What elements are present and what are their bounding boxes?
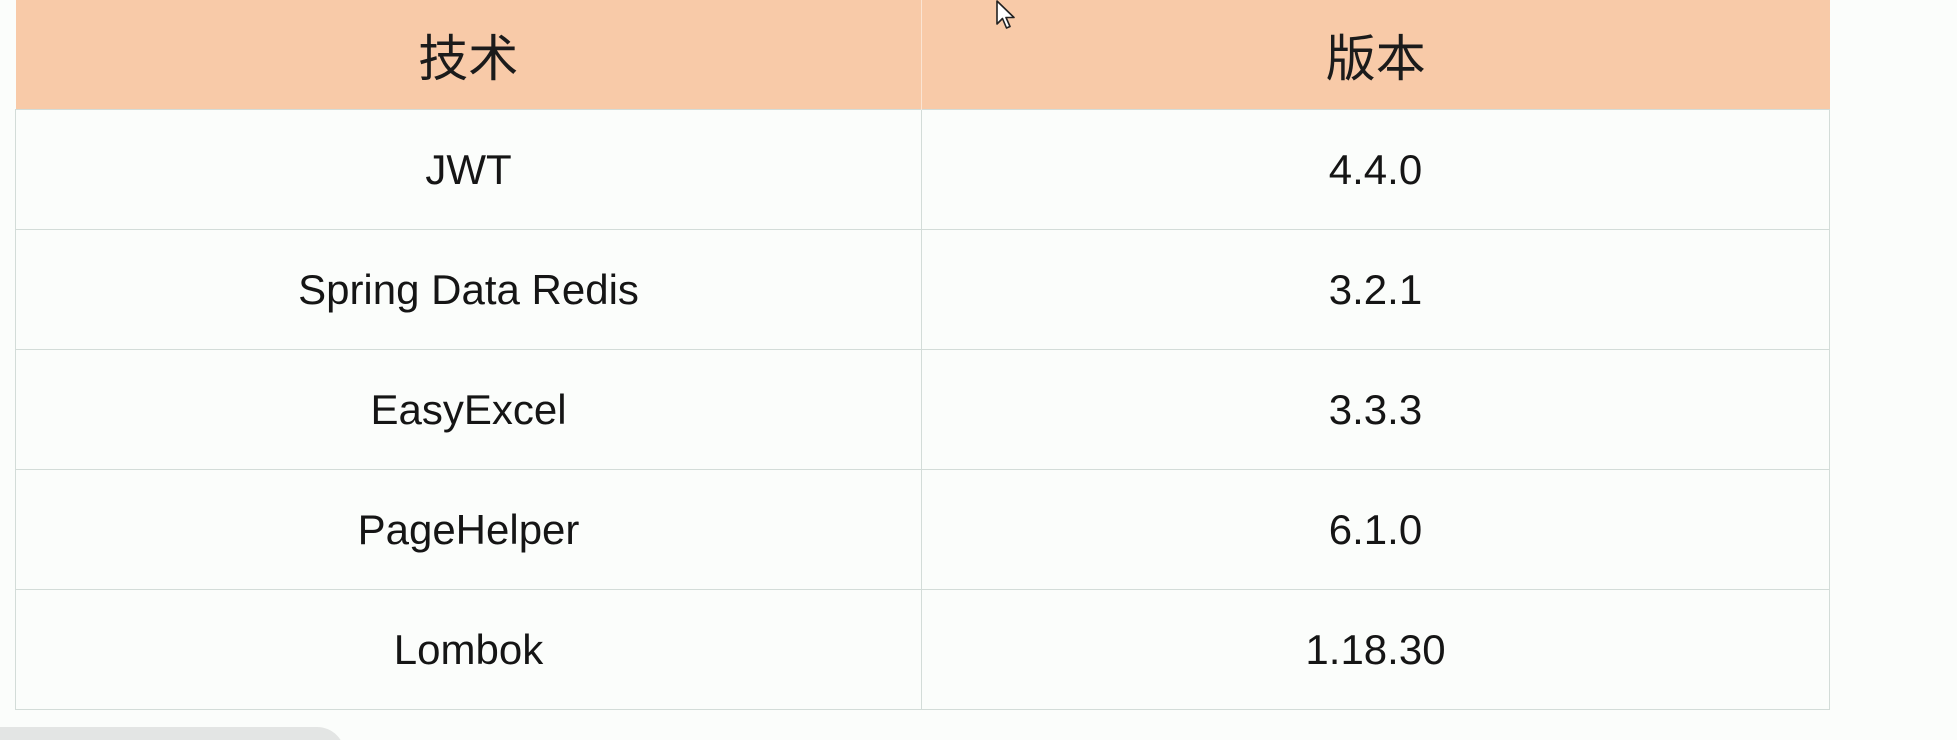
version-cell: 6.1.0 — [921, 469, 1830, 590]
tech-version-table: 技术 版本 JWT 4.4.0 Spring Data Redis 3.2.1 … — [15, 0, 1830, 710]
table-body: JWT 4.4.0 Spring Data Redis 3.2.1 EasyEx… — [15, 109, 1830, 710]
header-technology: 技术 — [15, 0, 922, 110]
technology-cell: JWT — [15, 109, 922, 230]
horizontal-scrollbar[interactable] — [0, 727, 345, 740]
technology-cell: PageHelper — [15, 469, 922, 590]
technology-cell: EasyExcel — [15, 349, 922, 470]
version-cell: 3.2.1 — [921, 229, 1830, 350]
technology-cell: Spring Data Redis — [15, 229, 922, 350]
table-header: 技术 版本 — [15, 0, 1830, 110]
mouse-pointer-icon — [996, 0, 1015, 29]
header-row: 技术 版本 — [15, 0, 1830, 110]
page: 技术 版本 JWT 4.4.0 Spring Data Redis 3.2.1 … — [0, 0, 1957, 740]
version-cell: 1.18.30 — [921, 589, 1830, 710]
table-row: PageHelper 6.1.0 — [15, 469, 1830, 590]
header-version: 版本 — [921, 0, 1830, 110]
technology-cell: Lombok — [15, 589, 922, 710]
version-cell: 3.3.3 — [921, 349, 1830, 470]
table-row: Spring Data Redis 3.2.1 — [15, 229, 1830, 350]
table-row: EasyExcel 3.3.3 — [15, 349, 1830, 470]
version-cell: 4.4.0 — [921, 109, 1830, 230]
table-row: JWT 4.4.0 — [15, 109, 1830, 230]
table-row: Lombok 1.18.30 — [15, 589, 1830, 710]
